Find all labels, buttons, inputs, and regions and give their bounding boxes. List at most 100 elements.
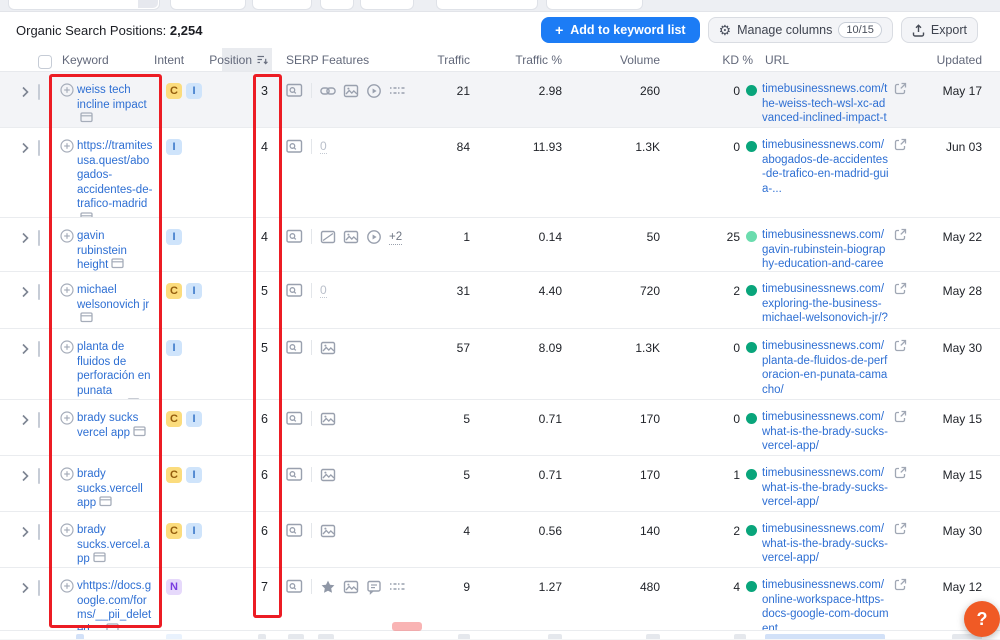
row-checkbox[interactable] <box>38 140 40 156</box>
plus-circle-icon[interactable] <box>60 579 74 631</box>
card-icon[interactable] <box>99 496 112 507</box>
plus-circle-icon[interactable] <box>60 467 74 511</box>
column-header-traffic-pct[interactable]: Traffic % <box>474 48 566 71</box>
column-header-url[interactable]: URL <box>762 48 920 71</box>
card-icon[interactable] <box>80 112 93 123</box>
select-all-checkbox[interactable] <box>36 48 60 71</box>
snapshot-icon[interactable] <box>286 229 303 244</box>
snapshot-icon[interactable] <box>286 340 303 355</box>
snapshot-icon[interactable] <box>286 579 303 594</box>
expand-row-control[interactable] <box>0 329 36 400</box>
plus-circle-icon[interactable] <box>60 83 74 128</box>
column-header-serp-features[interactable]: SERP Features <box>272 48 430 71</box>
intent-badge-c: C <box>166 83 182 99</box>
external-icon[interactable] <box>894 138 907 151</box>
row-checkbox[interactable] <box>38 230 40 246</box>
expand-row-control[interactable] <box>0 456 36 511</box>
add-to-keyword-list-button[interactable]: + Add to keyword list <box>541 17 699 43</box>
column-header-kd[interactable]: KD % <box>664 48 762 71</box>
card-icon[interactable] <box>106 623 119 632</box>
column-header-position[interactable]: Position <box>222 48 272 71</box>
kd-value: 0 <box>733 341 740 355</box>
plus-circle-icon[interactable] <box>60 523 74 567</box>
filter-pill[interactable] <box>170 0 246 10</box>
column-header-updated[interactable]: Updated <box>920 48 990 71</box>
external-icon[interactable] <box>894 466 907 479</box>
filter-pill[interactable] <box>320 0 354 10</box>
column-header-traffic[interactable]: Traffic <box>430 48 474 71</box>
external-icon[interactable] <box>894 82 907 95</box>
help-button[interactable]: ? <box>964 601 1000 637</box>
keyword-link[interactable]: gavin rubinstein height <box>77 229 153 272</box>
expand-row-control[interactable] <box>0 128 36 218</box>
row-checkbox[interactable] <box>38 412 40 428</box>
expand-row-control[interactable] <box>0 512 36 567</box>
external-icon[interactable] <box>894 282 907 295</box>
plus-icon: + <box>555 22 563 38</box>
row-checkbox-cell <box>36 218 60 272</box>
filter-pill[interactable] <box>252 0 312 10</box>
plus-circle-icon[interactable] <box>60 229 74 272</box>
filter-pill[interactable] <box>8 0 160 10</box>
keyword-link[interactable]: brady sucks.vercel.app <box>77 523 153 567</box>
external-icon[interactable] <box>894 228 907 241</box>
expand-row-control[interactable] <box>0 72 36 128</box>
snapshot-icon[interactable] <box>286 467 303 482</box>
plus-circle-icon[interactable] <box>60 139 74 218</box>
card-icon[interactable] <box>111 258 124 269</box>
url-link[interactable]: timebusinessnews.com/exploring-the-busin… <box>762 282 890 329</box>
url-link[interactable]: timebusinessnews.com/abogados-de-acciden… <box>762 138 890 196</box>
filter-pill[interactable] <box>360 0 414 10</box>
serp-more-features[interactable]: +2 <box>389 230 402 245</box>
plus-circle-icon[interactable] <box>60 411 74 455</box>
snapshot-icon[interactable] <box>286 283 303 298</box>
snapshot-icon[interactable] <box>286 411 303 426</box>
url-cell: timebusinessnews.com/planta-de-fluidos-d… <box>762 329 920 400</box>
external-icon[interactable] <box>894 410 907 423</box>
filter-pill[interactable] <box>546 0 643 10</box>
snapshot-icon[interactable] <box>286 139 303 154</box>
expand-row-control[interactable] <box>0 400 36 455</box>
keyword-link[interactable]: planta de fluidos de perforación en puna… <box>77 340 153 400</box>
url-link[interactable]: timebusinessnews.com/what-is-the-brady-s… <box>762 410 890 454</box>
plus-circle-icon[interactable] <box>60 283 74 329</box>
table-row: michael welsonovich jrCI50314.407202time… <box>0 272 1000 329</box>
keyword-link[interactable]: brady sucks.vercell app <box>77 467 153 511</box>
card-icon[interactable] <box>133 426 146 437</box>
row-checkbox[interactable] <box>38 341 40 357</box>
filter-pill-segment[interactable] <box>138 0 158 8</box>
export-button[interactable]: Export <box>901 17 978 43</box>
card-icon[interactable] <box>80 312 93 323</box>
expand-row-control[interactable] <box>0 218 36 272</box>
row-checkbox[interactable] <box>38 524 40 540</box>
url-link[interactable]: timebusinessnews.com/planta-de-fluidos-d… <box>762 339 890 397</box>
keyword-link[interactable]: michael welsonovich jr <box>77 283 153 329</box>
url-link[interactable]: timebusinessnews.com/what-is-the-brady-s… <box>762 522 890 566</box>
external-icon[interactable] <box>894 339 907 352</box>
column-header-volume[interactable]: Volume <box>566 48 664 71</box>
url-link[interactable]: timebusinessnews.com/gavin-rubinstein-bi… <box>762 228 890 272</box>
row-checkbox[interactable] <box>38 84 40 100</box>
manage-columns-button[interactable]: ⚙ Manage columns 10/15 <box>708 17 893 43</box>
keyword-link[interactable]: vhttps://docs.google.com/forms/__pii_del… <box>77 579 153 631</box>
expand-row-control[interactable] <box>0 272 36 329</box>
keyword-link[interactable]: https://tramitesusa.quest/abogados-accid… <box>77 139 153 218</box>
expand-row-control[interactable] <box>0 568 36 631</box>
card-icon[interactable] <box>93 552 106 563</box>
plus-circle-icon[interactable] <box>60 340 74 400</box>
kd-cell: 25 <box>664 218 762 272</box>
keyword-link[interactable]: weiss tech incline impact <box>77 83 153 128</box>
snapshot-icon[interactable] <box>286 523 303 538</box>
filter-pill[interactable] <box>436 0 538 10</box>
snapshot-icon[interactable] <box>286 83 303 98</box>
row-checkbox[interactable] <box>38 468 40 484</box>
url-link[interactable]: timebusinessnews.com/the-weiss-tech-wsl-… <box>762 82 890 128</box>
keyword-link[interactable]: brady sucks vercel app <box>77 411 153 455</box>
column-header-keyword[interactable]: Keyword <box>60 48 154 71</box>
url-link[interactable]: timebusinessnews.com/online-workspace-ht… <box>762 578 890 631</box>
row-checkbox[interactable] <box>38 580 40 596</box>
row-checkbox[interactable] <box>38 284 40 300</box>
external-icon[interactable] <box>894 522 907 535</box>
external-icon[interactable] <box>894 578 907 591</box>
url-link[interactable]: timebusinessnews.com/what-is-the-brady-s… <box>762 466 890 510</box>
